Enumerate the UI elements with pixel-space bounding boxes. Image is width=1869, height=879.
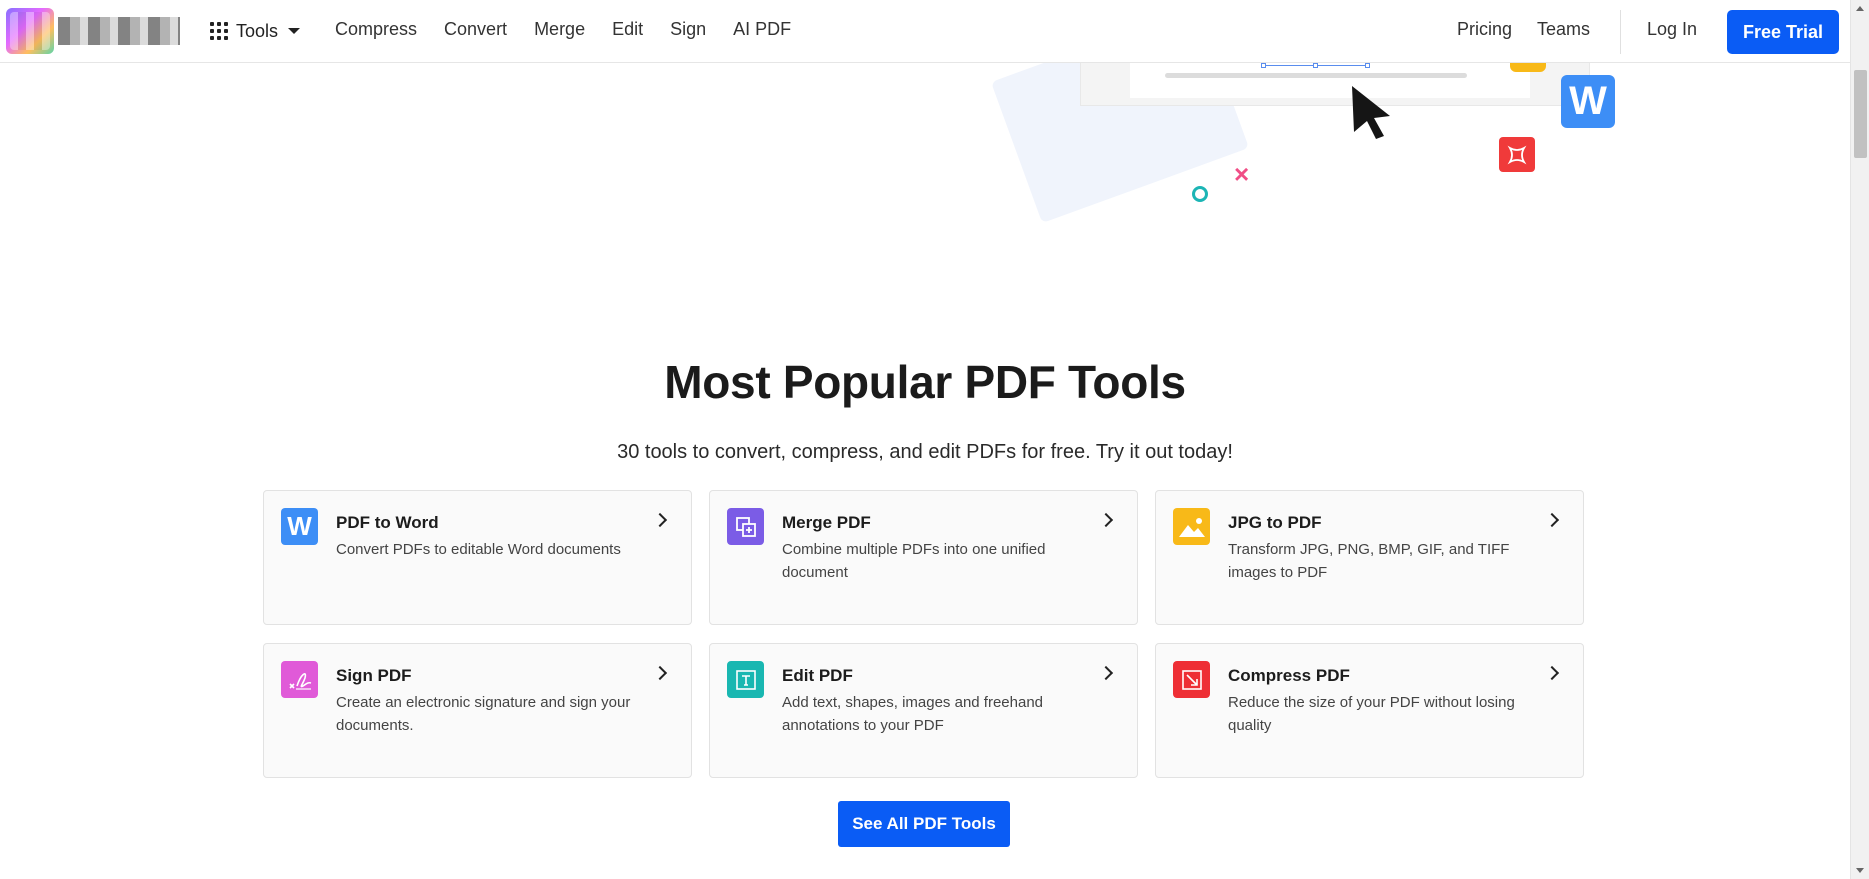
image-icon [1173,508,1210,545]
selection-handle [1261,63,1266,68]
sparkle-icon: × [1234,159,1250,189]
hero-document-line [1165,73,1467,78]
tool-description: Reduce the size of your PDF without losi… [1228,694,1515,734]
hero-yellow-accent [1510,62,1546,72]
nav-link-pricing[interactable]: Pricing [1457,19,1512,40]
cursor-icon [1352,86,1390,139]
nav-link-teams[interactable]: Teams [1537,19,1590,40]
selection-handle [1313,63,1318,68]
nav-link-convert[interactable]: Convert [444,19,507,40]
page-scrollbar[interactable] [1850,0,1869,879]
merge-icon [727,508,764,545]
text-edit-icon [727,661,764,698]
word-icon: W [281,508,318,545]
tool-title: JPG to PDF [1228,513,1322,532]
tool-card-compress-pdf[interactable]: Compress PDF Reduce the size of your PDF… [1155,643,1584,778]
circle-decoration [1192,186,1208,202]
tool-description: Add text, shapes, images and freehand an… [782,694,1044,734]
nav-link-compress[interactable]: Compress [335,19,417,40]
chevron-right-icon [1544,665,1560,681]
tool-description: Transform JPG, PNG, BMP, GIF, and TIFF i… [1228,541,1510,581]
free-trial-button[interactable]: Free Trial [1727,10,1839,54]
scrollbar-thumb[interactable] [1854,70,1867,158]
nav-link-edit[interactable]: Edit [612,19,643,40]
tool-description: Combine multiple PDFs into one unified d… [782,541,1046,581]
nav-links: Compress Convert Merge Edit Sign AI PDF [335,19,818,40]
compress-icon [1173,661,1210,698]
section-subtitle: 30 tools to convert, compress, and edit … [617,441,1233,463]
tool-card-pdf-to-word[interactable]: W PDF to Word Convert PDFs to editable W… [263,490,692,625]
nav-link-sign[interactable]: Sign [670,19,706,40]
tool-description: Convert PDFs to editable Word documents [336,541,621,558]
tool-description: Create an electronic signature and sign … [336,694,631,734]
logo-mark [6,8,54,54]
tool-title: Edit PDF [782,666,853,685]
selection-handle [1365,63,1370,68]
nav-link-merge[interactable]: Merge [534,19,585,40]
chevron-right-icon [1098,512,1114,528]
chevron-right-icon [652,512,668,528]
brand-logo[interactable] [6,8,180,54]
word-badge-icon: W [1561,75,1615,128]
logo-wordmark [58,17,180,45]
scroll-up-icon[interactable] [1856,6,1864,11]
nav-link-ai-pdf[interactable]: AI PDF [733,19,791,40]
see-all-tools-button[interactable]: See All PDF Tools [838,801,1010,847]
scroll-down-icon[interactable] [1856,868,1864,873]
signature-icon [281,661,318,698]
tool-title: PDF to Word [336,513,439,532]
tool-title: Merge PDF [782,513,871,532]
tool-card-merge-pdf[interactable]: Merge PDF Combine multiple PDFs into one… [709,490,1138,625]
tools-menu-button[interactable]: Tools [210,18,301,44]
tool-card-jpg-to-pdf[interactable]: JPG to PDF Transform JPG, PNG, BMP, GIF,… [1155,490,1584,625]
tools-menu-label: Tools [236,20,279,41]
chevron-down-icon [288,28,301,34]
tool-title: Compress PDF [1228,666,1350,685]
tool-title: Sign PDF [336,666,412,685]
tool-card-edit-pdf[interactable]: Edit PDF Add text, shapes, images and fr… [709,643,1138,778]
chevron-right-icon [1098,665,1114,681]
shape-badge-icon [1499,137,1535,172]
grid-icon [210,22,228,40]
top-navbar: Tools Compress Convert Merge Edit Sign A… [0,0,1850,63]
tool-card-sign-pdf[interactable]: Sign PDF Create an electronic signature … [263,643,692,778]
section-title: Most Popular PDF Tools [664,356,1186,408]
nav-divider [1620,10,1621,54]
login-link[interactable]: Log In [1647,19,1697,40]
chevron-right-icon [1544,512,1560,528]
chevron-right-icon [652,665,668,681]
